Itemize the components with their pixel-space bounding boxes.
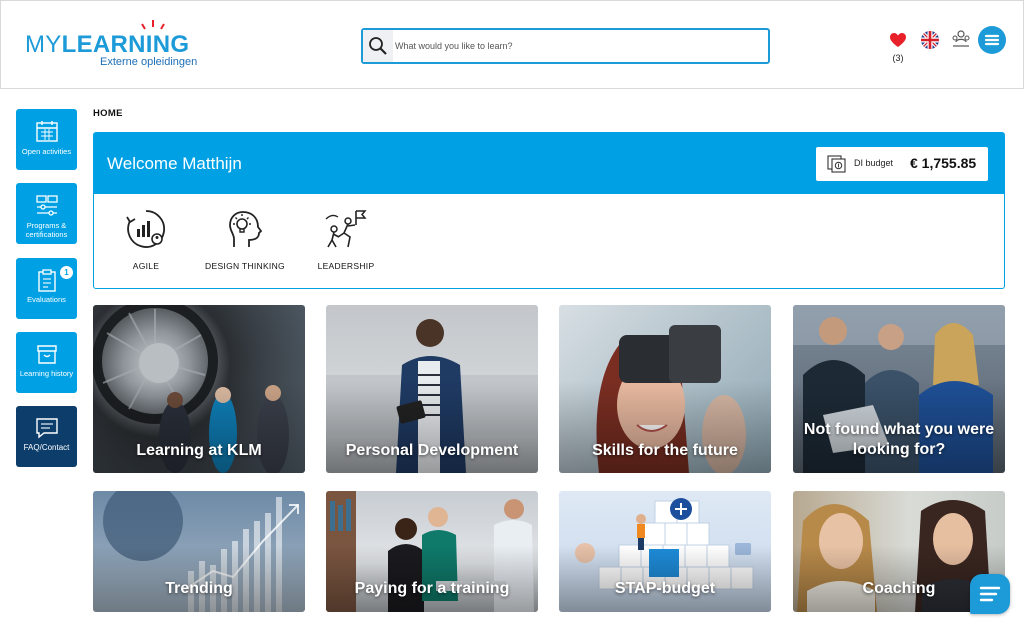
favorites-count: (3)	[892, 53, 904, 63]
sidebar-item-label: FAQ/Contact	[23, 443, 70, 452]
breadcrumb[interactable]: HOME	[93, 108, 123, 119]
topic-agile[interactable]: AGILE	[91, 207, 201, 271]
chat-bubble-icon	[36, 418, 58, 439]
tile-label: Paying for a training	[354, 580, 510, 597]
mylearning-logo[interactable]: MYLEARNING Externe opleidingen	[25, 20, 205, 69]
logo-subtitle: Externe opleidingen	[100, 56, 198, 68]
calendar-icon	[36, 121, 58, 142]
chat-widget-button[interactable]	[970, 574, 1010, 614]
language-switch[interactable]	[921, 31, 939, 49]
tile-label: Personal Development	[345, 442, 519, 459]
topic-leadership[interactable]: LEADERSHIP	[291, 207, 401, 271]
tile-trending[interactable]: Trending	[93, 491, 305, 612]
top-header: MYLEARNING Externe opleidingen (3)	[0, 0, 1024, 89]
sidebar-item-faq-contact[interactable]: FAQ/Contact	[16, 406, 77, 467]
tile-paying-for-a-training[interactable]: Paying for a training	[326, 491, 538, 612]
topic-label: LEADERSHIP	[317, 261, 375, 271]
program-icon	[36, 195, 58, 216]
tile-not-found[interactable]: Not found what you were looking for?	[793, 305, 1005, 473]
search-icon	[369, 37, 387, 55]
welcome-title: Welcome Matthijn	[107, 154, 242, 173]
sidebar-item-label: Open activities	[21, 147, 72, 156]
budget-label: DI budget	[854, 158, 894, 168]
tile-stap-budget[interactable]: STAP-budget	[559, 491, 771, 612]
hamburger-menu-icon	[984, 34, 1000, 46]
page: MYLEARNING Externe opleidingen (3)	[0, 0, 1024, 629]
favorites-button[interactable]: (3)	[887, 31, 909, 67]
sidebar-item-label: Learning history	[19, 369, 74, 378]
users-button[interactable]	[951, 29, 971, 49]
evaluations-count-badge: 1	[60, 266, 73, 279]
chat-lines-icon	[979, 586, 1001, 602]
uk-flag-icon	[921, 31, 939, 49]
budget-icon	[827, 155, 846, 173]
clipboard-icon	[38, 269, 56, 292]
sidebar-item-label: Evaluations	[27, 295, 66, 304]
topic-design-thinking[interactable]: DESIGN THINKING	[190, 207, 300, 271]
leadership-icon	[325, 210, 367, 248]
logo-rays-icon	[141, 20, 165, 30]
sidebar-item-evaluations[interactable]: 1 Evaluations	[16, 258, 77, 319]
heart-icon	[890, 33, 906, 47]
design-thinking-icon	[229, 211, 263, 247]
search-icon-button[interactable]	[363, 30, 393, 62]
sidebar-item-learning-history[interactable]: Learning history	[16, 332, 77, 393]
tile-label: Skills for the future	[592, 442, 738, 459]
search-box	[361, 28, 770, 64]
tile-skills-for-the-future[interactable]: Skills for the future	[559, 305, 771, 473]
budget-box[interactable]: DI budget € 1,755.85	[816, 147, 988, 181]
welcome-banner: Welcome Matthijn DI budget € 1,755.85	[94, 133, 1004, 194]
archive-box-icon	[37, 345, 57, 364]
tile-label: STAP-budget	[614, 580, 716, 597]
sidebar-item-programs-certifications[interactable]: Programs & certifications	[16, 183, 77, 244]
tile-personal-development[interactable]: Personal Development	[326, 305, 538, 473]
topic-label: AGILE	[132, 261, 160, 271]
tile-learning-at-klm[interactable]: Learning at KLM	[93, 305, 305, 473]
sidebar-item-label: Programs & certifications	[25, 221, 68, 239]
budget-value: € 1,755.85	[910, 155, 977, 171]
search-input[interactable]	[393, 30, 767, 62]
logo-wordmark: MYLEARNING	[25, 31, 190, 58]
tile-label: Learning at KLM	[136, 442, 262, 459]
topic-label: DESIGN THINKING	[205, 261, 285, 271]
sidebar-item-open-activities[interactable]: Open activities	[16, 109, 77, 170]
tile-label: Not found what you were looking for?	[803, 421, 995, 458]
main-menu-button[interactable]	[978, 26, 1006, 54]
welcome-card: Welcome Matthijn DI budget € 1,755.85 AG…	[93, 132, 1005, 289]
users-icon	[952, 30, 970, 47]
agile-icon	[126, 210, 166, 248]
tile-label: Trending	[165, 580, 233, 597]
